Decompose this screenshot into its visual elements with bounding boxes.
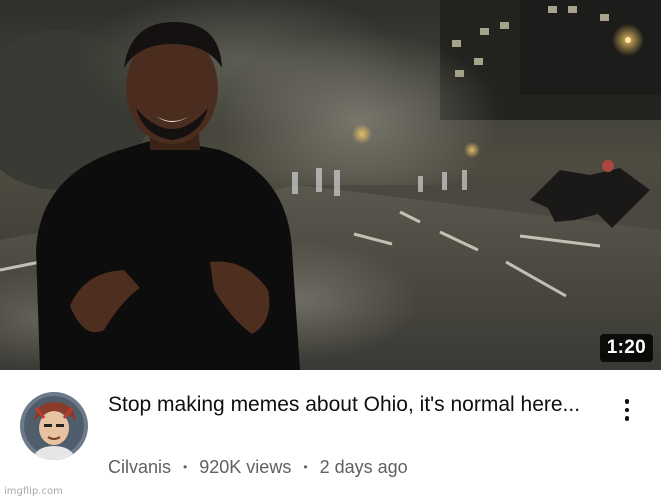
menu-dot: [624, 399, 630, 404]
separator-dot: •: [183, 460, 188, 474]
menu-dot: [624, 416, 630, 421]
menu-dot: [624, 407, 630, 413]
channel-name[interactable]: Cilvanis: [108, 456, 171, 478]
video-details: Stop making memes about Ohio, it's norma…: [0, 370, 661, 500]
video-thumbnail[interactable]: 1:20: [0, 0, 661, 370]
video-title[interactable]: Stop making memes about Ohio, it's norma…: [108, 392, 588, 418]
video-metadata: Cilvanis • 920K views • 2 days ago: [108, 456, 408, 478]
watermark: imgflip.com: [4, 486, 63, 497]
channel-avatar[interactable]: [20, 392, 88, 460]
separator-dot: •: [303, 460, 308, 474]
more-vert-icon[interactable]: [612, 390, 642, 430]
upload-age: 2 days ago: [319, 457, 408, 477]
thumbnail-scene: [0, 0, 661, 370]
video-card: 1:20 Stop making memes about Ohio, it's …: [0, 0, 661, 500]
view-count: 920K views: [199, 457, 292, 477]
duration-badge: 1:20: [599, 334, 653, 362]
avatar-icon: [20, 392, 88, 460]
